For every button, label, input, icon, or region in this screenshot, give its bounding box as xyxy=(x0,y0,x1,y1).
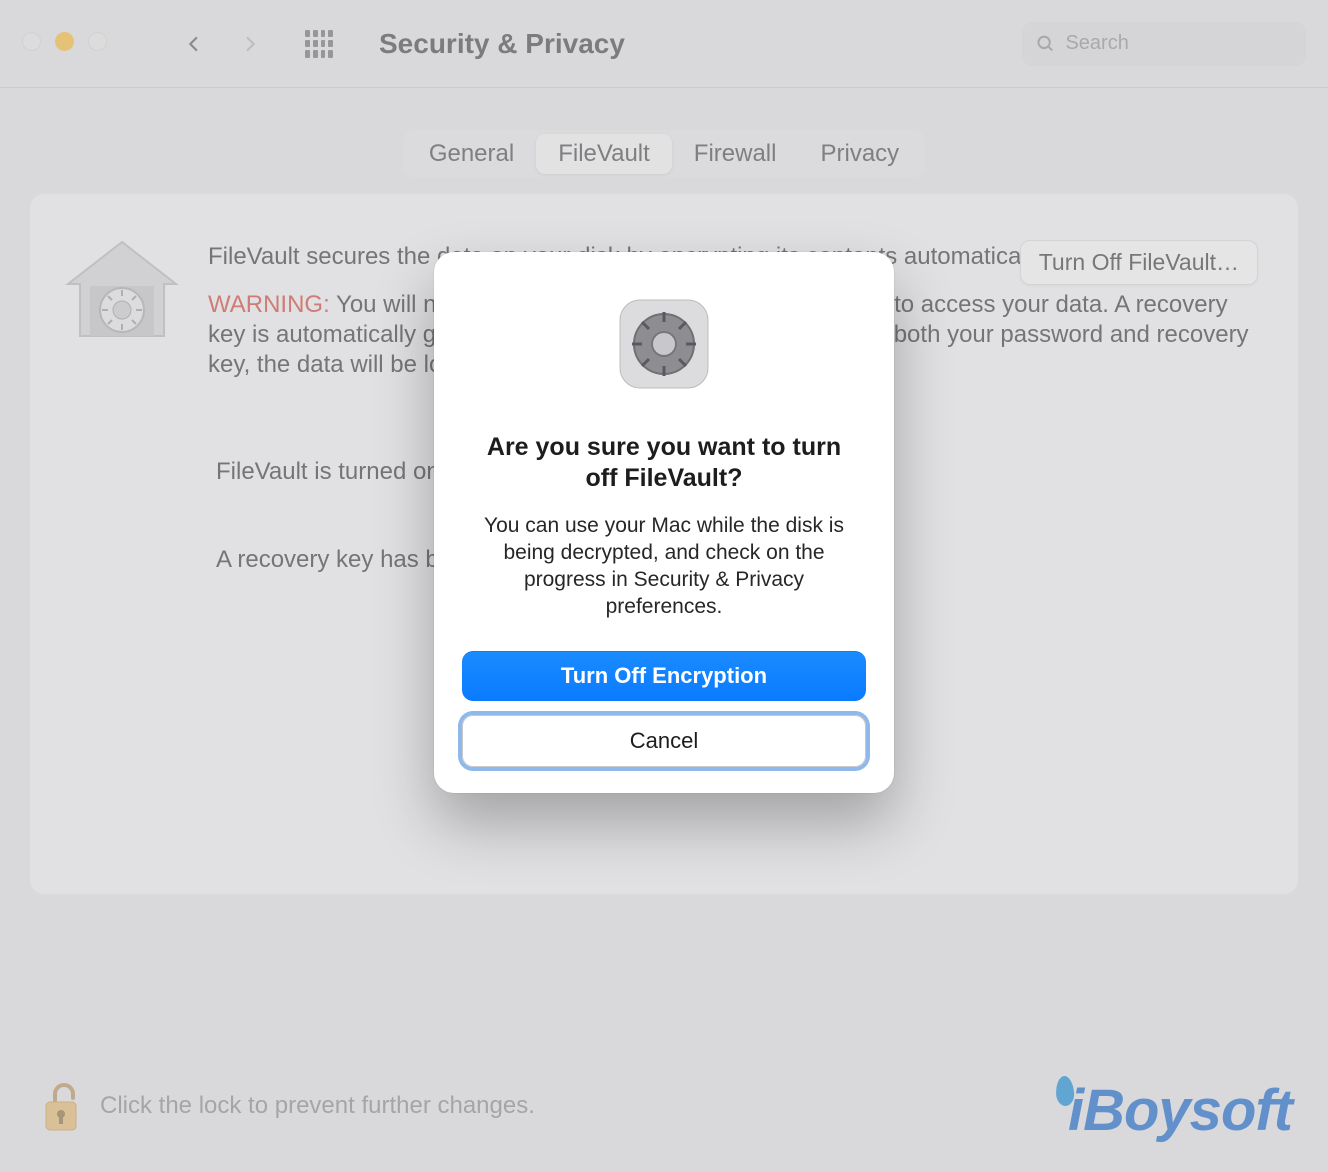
system-preferences-icon xyxy=(616,296,712,392)
dialog-body: You can use your Mac while the disk is b… xyxy=(472,513,856,621)
dialog-heading: Are you sure you want to turn off FileVa… xyxy=(476,432,852,493)
modal-container: Are you sure you want to turn off FileVa… xyxy=(0,0,1328,1172)
turn-off-encryption-button[interactable]: Turn Off Encryption xyxy=(462,651,866,701)
cancel-button[interactable]: Cancel xyxy=(462,715,866,767)
confirm-dialog: Are you sure you want to turn off FileVa… xyxy=(434,252,894,793)
